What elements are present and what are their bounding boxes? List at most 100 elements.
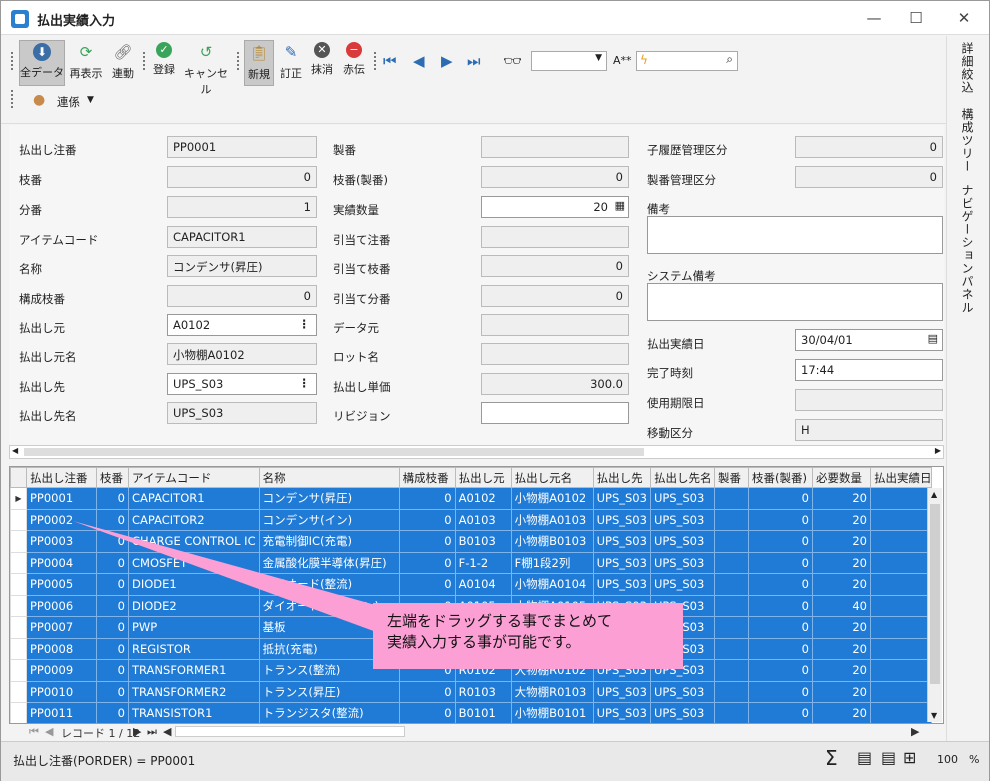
table-cell[interactable]: CHARGE CONTROL IC	[128, 530, 260, 553]
form-view-icon[interactable]: ▤	[857, 748, 872, 767]
table-cell[interactable]	[713, 530, 749, 553]
table-cell[interactable]: 0	[398, 573, 456, 596]
table-cell[interactable]: F-1-2	[454, 551, 512, 574]
scroll-thumb[interactable]	[24, 448, 644, 456]
column-header[interactable]: 構成枝番	[398, 467, 456, 488]
item-name-field[interactable]: コンデンサ(昇圧)	[167, 255, 317, 277]
table-cell[interactable]: 20	[811, 616, 871, 639]
row-indicator[interactable]	[10, 551, 27, 574]
remarks-textarea[interactable]	[647, 216, 943, 254]
reverse-button[interactable]: − 赤伝	[339, 40, 369, 86]
table-cell[interactable]: UPS_S03	[649, 530, 715, 553]
table-cell[interactable]: UPS_S03	[649, 680, 715, 703]
table-cell[interactable]: A0102	[454, 487, 512, 510]
table-cell[interactable]	[713, 594, 749, 617]
side-tab-structure-tree[interactable]: 構成ツリー	[959, 108, 976, 173]
scroll-up-icon[interactable]: ▲	[931, 490, 937, 499]
table-cell[interactable]	[869, 487, 933, 510]
table-cell[interactable]: PP0008	[26, 637, 97, 660]
table-row[interactable]: ▶ PP0001 0 CAPACITOR1 コンデンサ(昇圧) 0 A0102 小物棚A010…	[10, 487, 933, 510]
new-button[interactable]: 📋︎ 新規	[244, 40, 274, 86]
row-indicator[interactable]	[10, 637, 27, 660]
all-data-button[interactable]: ⬇ 全データ	[19, 40, 65, 86]
table-cell[interactable]: 0	[398, 508, 456, 531]
binoculars-icon[interactable]: 👓︎	[503, 52, 522, 70]
table-cell[interactable]: CAPACITOR2	[128, 508, 260, 531]
table-cell[interactable]: UPS_S03	[649, 551, 715, 574]
table-cell[interactable]	[869, 508, 933, 531]
next-page-icon[interactable]: ▶	[133, 725, 141, 738]
grid-view-icon[interactable]: ⊞	[903, 748, 916, 767]
table-cell[interactable]	[869, 702, 933, 723]
table-cell[interactable]: UPS_S03	[592, 702, 651, 723]
cancel-button[interactable]: ↺ キャンセル	[181, 40, 231, 96]
lot-name-field[interactable]	[481, 343, 629, 365]
column-header[interactable]: 払出し元	[454, 467, 512, 488]
table-cell[interactable]: 40	[811, 594, 871, 617]
search-input[interactable]: ϟ ⌕	[636, 51, 738, 71]
erase-button[interactable]: ✕ 抹消	[308, 40, 336, 86]
grid-horizontal-scrollbar[interactable]	[175, 726, 405, 737]
table-cell[interactable]: TRANSFORMER2	[128, 680, 260, 703]
table-cell[interactable]	[713, 702, 749, 723]
table-cell[interactable]: 20	[811, 530, 871, 553]
table-row[interactable]: PP0004 0 CMOSFET 金属酸化膜半導体(昇圧) 0 F-1-2 F棚1段2列 UP…	[10, 551, 933, 574]
table-cell[interactable]: PP0007	[26, 616, 97, 639]
complete-time-field[interactable]: 17:44	[795, 359, 943, 381]
table-cell[interactable]	[869, 659, 933, 682]
table-cell[interactable]: UPS_S03	[592, 551, 651, 574]
table-cell[interactable]: PP0006	[26, 594, 97, 617]
column-header[interactable]: アイテムコード	[128, 467, 260, 488]
row-indicator[interactable]	[10, 594, 27, 617]
toolbar-grip[interactable]	[237, 52, 240, 70]
table-cell[interactable]: コンデンサ(イン)	[258, 508, 400, 531]
scroll-right-icon[interactable]: ▶	[935, 446, 941, 455]
child-history-field[interactable]: 0	[795, 136, 943, 158]
table-cell[interactable]: UPS_S03	[649, 702, 715, 723]
table-cell[interactable]	[713, 616, 749, 639]
column-header[interactable]: 名称	[258, 467, 400, 488]
table-cell[interactable]: F棚1段2列	[510, 551, 594, 574]
table-cell[interactable]: 0	[747, 530, 813, 553]
table-cell[interactable]: 0	[96, 594, 129, 617]
minimize-button[interactable]: —	[859, 7, 889, 29]
table-cell[interactable]	[869, 637, 933, 660]
side-tab-navigation-panel[interactable]: ナビゲーションパネル	[959, 184, 976, 314]
unit-price-field[interactable]: 300.0	[481, 373, 629, 395]
register-button[interactable]: ✓ 登録	[149, 40, 179, 86]
table-cell[interactable]: 小物棚A0104	[510, 573, 594, 596]
table-cell[interactable]	[713, 680, 749, 703]
table-cell[interactable]: 0	[747, 594, 813, 617]
side-tab-detail-filter[interactable]: 詳細絞込	[959, 42, 976, 94]
actual-quantity-field[interactable]: 20 ▦	[481, 196, 629, 218]
table-cell[interactable]: 0	[747, 508, 813, 531]
table-cell[interactable]: DIODE1	[128, 573, 260, 596]
prev-page-icon[interactable]: ◀	[45, 725, 53, 738]
relation-menu[interactable]: 連係	[57, 94, 80, 110]
table-cell[interactable]: 金属酸化膜半導体(昇圧)	[258, 551, 400, 574]
issue-from-name-field[interactable]: 小物棚A0102	[167, 343, 317, 365]
table-cell[interactable]: 20	[811, 637, 871, 660]
table-cell[interactable]: 20	[811, 551, 871, 574]
row-indicator[interactable]	[10, 530, 27, 553]
table-cell[interactable]: UPS_S03	[592, 530, 651, 553]
table-row[interactable]: PP0003 0 CHARGE CONTROL IC 充電制御IC(充電) 0 B0103…	[10, 530, 933, 553]
table-cell[interactable]: 0	[747, 637, 813, 660]
table-cell[interactable]: 0	[747, 659, 813, 682]
table-cell[interactable]: 0	[398, 530, 456, 553]
table-cell[interactable]: 0	[96, 637, 129, 660]
table-cell[interactable]: 0	[96, 573, 129, 596]
table-cell[interactable]: REGISTOR	[128, 637, 260, 660]
table-cell[interactable]	[869, 573, 933, 596]
table-cell[interactable]: CMOSFET	[128, 551, 260, 574]
serial-number-field[interactable]	[481, 136, 629, 158]
table-cell[interactable]: 0	[96, 659, 129, 682]
list-view-icon[interactable]: ▤	[881, 748, 896, 767]
allocated-sub-field[interactable]: 0	[481, 285, 629, 307]
table-cell[interactable]: 0	[398, 680, 456, 703]
data-source-field[interactable]	[481, 314, 629, 336]
refresh-button[interactable]: ⟳ 再表示	[67, 40, 105, 86]
table-cell[interactable]: 0	[747, 551, 813, 574]
search-field-combo[interactable]: ▼	[531, 51, 607, 71]
maximize-button[interactable]: ☐	[901, 7, 931, 29]
